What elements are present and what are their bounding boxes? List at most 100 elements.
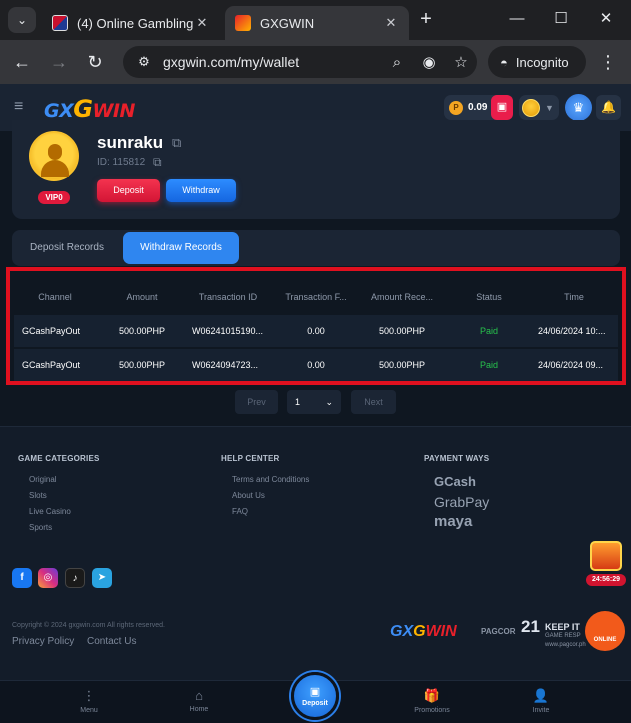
nav-menu-label: Menu (80, 707, 98, 714)
tab-withdraw-records[interactable]: Withdraw Records (123, 232, 239, 264)
treasure-chest-icon[interactable] (590, 541, 622, 571)
maya-logo: maya (434, 513, 473, 530)
close-window-button[interactable]: ✕ (586, 6, 626, 32)
avatar-body-shape (41, 160, 69, 177)
facebook-icon[interactable]: f (12, 568, 32, 588)
chevron-down-icon: ⌄ (16, 13, 28, 27)
wallet-button[interactable]: ▣ (491, 95, 513, 120)
tab-deposit-records[interactable]: Deposit Records (16, 232, 118, 264)
status-badge: Paid (479, 326, 498, 336)
record-tabs: Deposit Records Withdraw Records (12, 230, 620, 266)
site-footer: GAME CATEGORIES Original Slots Live Casi… (0, 426, 631, 680)
status-badge: Paid (479, 360, 498, 370)
page-number: 1 (295, 397, 301, 407)
username: sunraku (97, 133, 164, 152)
site-favicon-icon (52, 15, 68, 31)
tab-title: (4) Online Gambling | (77, 15, 194, 31)
footer-link-terms[interactable]: Terms and Conditions (232, 475, 309, 484)
new-tab-button[interactable]: + (414, 8, 438, 32)
avatar-head-shape (48, 144, 62, 160)
keep-it-site: www.pagcor.ph (545, 642, 586, 648)
footer-link-about-us[interactable]: About Us (232, 491, 265, 500)
arrow-right-icon: → (50, 52, 68, 72)
withdraw-button[interactable]: Withdraw (166, 179, 236, 202)
vip-badge: VIP0 (38, 191, 70, 204)
tab-search-button[interactable]: ⌄ (8, 7, 36, 33)
address-bar[interactable]: ⚙ gxgwin.com/my/wallet ⌕ ◉ ☆ (123, 46, 477, 78)
gift-icon: 🎁 (423, 688, 441, 703)
nav-deposit-button[interactable]: ▣ Deposit (291, 672, 339, 720)
column-header-time: Time (564, 292, 584, 302)
nav-menu[interactable]: ⋮ Menu (49, 681, 129, 723)
footer-heading-game-categories: GAME CATEGORIES (18, 454, 100, 463)
bell-icon: 🔔 (601, 100, 616, 114)
telegram-icon[interactable]: ➤ (92, 568, 112, 588)
vip-crown-button[interactable]: ♛ (565, 94, 592, 121)
logo-part-gx: GX (44, 100, 74, 122)
footer-link-sports[interactable]: Sports (29, 523, 52, 532)
user-menu-button[interactable]: ▼ (519, 95, 559, 120)
minimize-button[interactable]: — (497, 6, 537, 32)
footer-link-original[interactable]: Original (29, 475, 57, 484)
nav-invite[interactable]: 👤 Invite (501, 681, 581, 723)
tiktok-icon[interactable]: ♪ (65, 568, 85, 588)
browser-tab-strip: ⌄ (4) Online Gambling | ✕ GXGWIN ✕ + — ☐… (0, 0, 631, 40)
column-header-amount: Amount (126, 292, 158, 302)
browser-menu-button[interactable]: ⋮ (598, 49, 618, 75)
column-header-transaction-id: Transaction ID (198, 292, 258, 302)
add-user-icon: 👤 (532, 688, 550, 703)
cell-time: 24/06/2024 10:... (538, 326, 606, 336)
customer-support-button[interactable]: ONLINE (585, 611, 625, 651)
logo-part-g: G (413, 623, 426, 640)
deposit-button[interactable]: Deposit (97, 179, 160, 202)
eye-off-icon[interactable]: ◉ (413, 53, 445, 71)
wallet-icon: ▣ (309, 686, 321, 698)
contact-us-link[interactable]: Contact Us (87, 636, 136, 647)
menu-toggle-icon[interactable]: ≡ (14, 98, 23, 116)
next-page-button[interactable]: Next (351, 390, 396, 414)
cell-amount-received: 500.00PHP (378, 326, 426, 336)
cell-channel: GCashPayOut (22, 326, 81, 336)
tab-title: GXGWIN (260, 15, 315, 31)
page-select[interactable]: 1 ⌄ (287, 390, 341, 414)
close-icon[interactable]: ✕ (194, 15, 210, 31)
copyright-text: Copyright © 2024 gxgwin.com All rights r… (12, 622, 166, 629)
cell-time: 24/06/2024 09... (538, 360, 604, 370)
footer-link-live-casino[interactable]: Live Casino (29, 507, 71, 516)
footer-link-slots[interactable]: Slots (29, 491, 47, 500)
logo-part-gx: GX (390, 623, 414, 640)
keep-it-subtitle: GAME RESP (545, 633, 581, 639)
magnifier-icon[interactable]: ⌕ (381, 54, 413, 71)
column-header-status: Status (476, 292, 502, 302)
gcash-logo: GCash (434, 474, 476, 489)
footer-link-faq[interactable]: FAQ (232, 507, 248, 516)
wallet-icon: ▣ (496, 101, 508, 113)
site-info-icon[interactable]: ⚙ (129, 54, 159, 70)
nav-promotions[interactable]: 🎁 Promotions (392, 681, 472, 723)
copy-icon[interactable]: ⧉ (153, 155, 162, 170)
incognito-label: Incognito (515, 54, 569, 70)
nav-deposit-label: Deposit (302, 700, 328, 707)
close-icon[interactable]: ✕ (383, 15, 399, 31)
browser-tab-online-gambling[interactable]: (4) Online Gambling | ✕ (42, 6, 220, 40)
instagram-icon[interactable]: ◎ (38, 568, 58, 588)
nav-home[interactable]: ⌂ Home (159, 681, 239, 723)
copy-icon[interactable]: ⧉ (172, 135, 181, 151)
keep-it-title: KEEP IT (545, 622, 580, 632)
incognito-icon: ◓ (500, 54, 508, 70)
reload-button[interactable]: ↻ (82, 49, 108, 75)
prev-page-button[interactable]: Prev (235, 390, 278, 414)
notifications-button[interactable]: 🔔 (596, 95, 621, 120)
browser-tab-gxgwin[interactable]: GXGWIN ✕ (225, 6, 409, 40)
url-text[interactable]: gxgwin.com/my/wallet (163, 54, 381, 70)
forward-button[interactable]: → (46, 49, 72, 75)
maximize-button[interactable]: ☐ (541, 6, 581, 32)
keep-it-fun-badge: KEEP IT GAME RESP www.pagcor.ph (545, 623, 586, 650)
privacy-policy-link[interactable]: Privacy Policy (12, 636, 74, 647)
table-row: GCashPayOut 500.00PHP W06241015190... 0.… (14, 315, 618, 347)
column-header-amount-received: Amount Rece... (370, 292, 434, 302)
incognito-badge[interactable]: ◓ Incognito (488, 46, 586, 78)
back-button[interactable]: ← (9, 49, 35, 75)
site-logo[interactable]: GXGWIN (44, 95, 135, 123)
star-icon[interactable]: ☆ (445, 53, 477, 71)
